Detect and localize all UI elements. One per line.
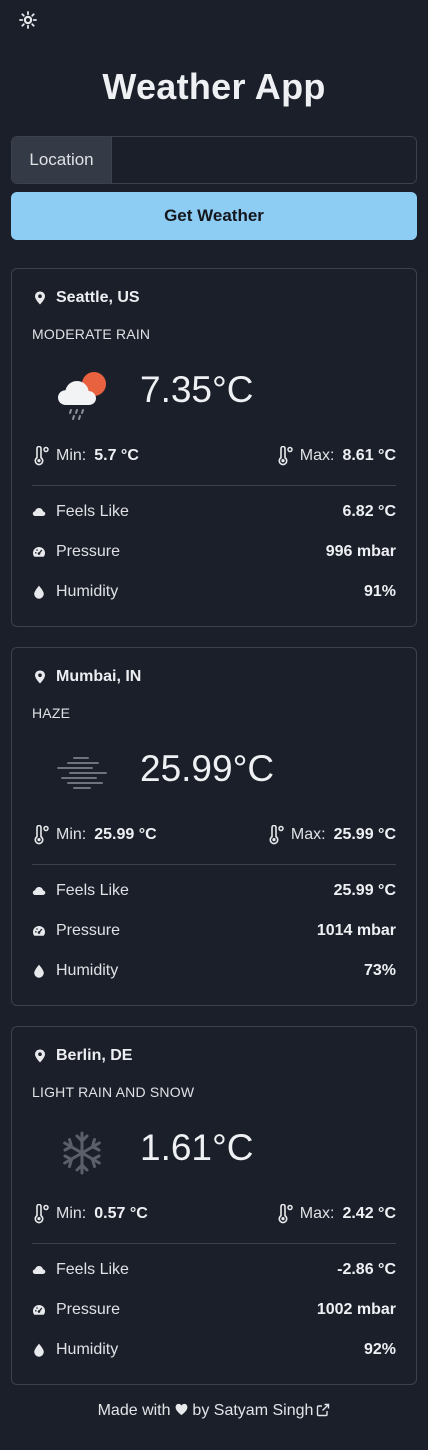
- weather-condition: MODERATE RAIN: [32, 326, 151, 342]
- location-input[interactable]: [112, 137, 416, 183]
- min-temp: Min: 0.57 °C: [32, 1204, 148, 1224]
- max-temp: Max: 25.99 °C: [267, 825, 396, 845]
- feels-like-value: 25.99 °C: [333, 882, 396, 899]
- feels-like-row: Feels Like 25.99 °C: [32, 882, 396, 900]
- footer-by: by: [192, 1402, 210, 1419]
- pressure-value: 1002 mbar: [316, 1301, 396, 1318]
- max-value: 8.61 °C: [342, 447, 396, 464]
- location-heading: Berlin, DE: [34, 1047, 132, 1065]
- rain-cloud-sun-icon: [58, 372, 106, 420]
- feels-like-label: Feels Like: [56, 1261, 129, 1278]
- droplet-icon: [34, 964, 44, 978]
- cloud-icon: [32, 1266, 46, 1274]
- sun-icon[interactable]: [19, 11, 37, 29]
- weather-card: Berlin, DE LIGHT RAIN AND SNOW 1.61°C Mi…: [11, 1026, 417, 1385]
- thermometer-icon: [34, 446, 49, 466]
- location-label: Location: [12, 137, 112, 183]
- min-value: 25.99 °C: [94, 826, 157, 843]
- temperature: 7.35°C: [140, 369, 254, 410]
- snowflake-icon: [63, 1131, 101, 1175]
- thermometer-icon: [34, 825, 49, 845]
- location-heading: Seattle, US: [34, 289, 140, 307]
- haze-icon: [57, 757, 107, 789]
- max-temp: Max: 8.61 °C: [276, 446, 396, 466]
- location-name: Mumbai, IN: [56, 668, 142, 685]
- location-heading: Mumbai, IN: [34, 668, 141, 686]
- weather-card: Mumbai, IN HAZE 25.99°C Min: 25.99 °C Ma…: [11, 647, 417, 1006]
- weather-condition: HAZE: [32, 705, 71, 721]
- location-name: Berlin, DE: [56, 1047, 133, 1064]
- footer: Made with by Satyam Singh: [0, 1402, 428, 1420]
- max-label: Max:: [290, 826, 326, 843]
- thermometer-icon: [269, 825, 284, 845]
- author-link[interactable]: Satyam Singh: [214, 1402, 331, 1419]
- map-pin-icon: [35, 1049, 45, 1063]
- weather-condition: LIGHT RAIN AND SNOW: [32, 1084, 195, 1100]
- humidity-row: Humidity 92%: [32, 1341, 396, 1359]
- humidity-value: 92%: [363, 1341, 396, 1358]
- min-label: Min:: [56, 447, 87, 464]
- humidity-row: Humidity 91%: [32, 583, 396, 601]
- pressure-label: Pressure: [56, 1301, 121, 1318]
- pressure-value: 1014 mbar: [316, 922, 396, 939]
- feels-like-label: Feels Like: [56, 503, 129, 520]
- pressure-row: Pressure 1002 mbar: [32, 1301, 396, 1319]
- pressure-label: Pressure: [56, 922, 121, 939]
- divider: [32, 864, 396, 865]
- author-name: Satyam Singh: [213, 1402, 314, 1419]
- thermometer-icon: [34, 1204, 49, 1224]
- humidity-value: 73%: [363, 962, 396, 979]
- min-label: Min:: [56, 1205, 87, 1222]
- max-label: Max:: [299, 447, 335, 464]
- page-title: Weather App: [102, 66, 326, 107]
- footer-made-with: Made with: [97, 1402, 171, 1419]
- feels-like-row: Feels Like 6.82 °C: [32, 503, 396, 521]
- map-pin-icon: [35, 670, 45, 684]
- feels-like-label: Feels Like: [56, 882, 129, 899]
- gauge-icon: [33, 547, 45, 557]
- temperature: 25.99°C: [140, 748, 275, 789]
- max-label: Max:: [299, 1205, 335, 1222]
- feels-like-row: Feels Like -2.86 °C: [32, 1261, 396, 1279]
- pressure-row: Pressure 996 mbar: [32, 543, 396, 561]
- gauge-icon: [33, 926, 45, 936]
- pressure-row: Pressure 1014 mbar: [32, 922, 396, 940]
- max-value: 2.42 °C: [342, 1205, 396, 1222]
- humidity-row: Humidity 73%: [32, 962, 396, 980]
- min-value: 0.57 °C: [94, 1205, 148, 1222]
- humidity-label: Humidity: [56, 962, 119, 979]
- location-search: Location: [11, 136, 417, 184]
- cloud-icon: [32, 887, 46, 895]
- divider: [32, 485, 396, 486]
- feels-like-value: -2.86 °C: [337, 1261, 396, 1278]
- droplet-icon: [34, 585, 44, 599]
- min-temp: Min: 5.7 °C: [32, 446, 139, 466]
- pressure-label: Pressure: [56, 543, 121, 560]
- cloud-icon: [32, 508, 46, 516]
- humidity-label: Humidity: [56, 1341, 119, 1358]
- gauge-icon: [33, 1305, 45, 1315]
- location-name: Seattle, US: [56, 289, 140, 306]
- divider: [32, 1243, 396, 1244]
- min-value: 5.7 °C: [94, 447, 139, 464]
- thermometer-icon: [278, 446, 293, 466]
- feels-like-value: 6.82 °C: [342, 503, 396, 520]
- map-pin-icon: [35, 291, 45, 305]
- heart-icon: [175, 1403, 188, 1415]
- get-weather-button[interactable]: Get Weather: [11, 192, 417, 240]
- humidity-label: Humidity: [56, 583, 119, 600]
- thermometer-icon: [278, 1204, 293, 1224]
- weather-card: Seattle, US MODERATE RAIN 7.35°C Min: 5.…: [11, 268, 417, 627]
- humidity-value: 91%: [363, 583, 396, 600]
- external-link-icon: [317, 1403, 330, 1417]
- max-value: 25.99 °C: [333, 826, 396, 843]
- min-label: Min:: [56, 826, 87, 843]
- temperature: 1.61°C: [140, 1127, 254, 1168]
- droplet-icon: [34, 1343, 44, 1357]
- pressure-value: 996 mbar: [325, 543, 396, 560]
- min-temp: Min: 25.99 °C: [32, 825, 157, 845]
- max-temp: Max: 2.42 °C: [276, 1204, 396, 1224]
